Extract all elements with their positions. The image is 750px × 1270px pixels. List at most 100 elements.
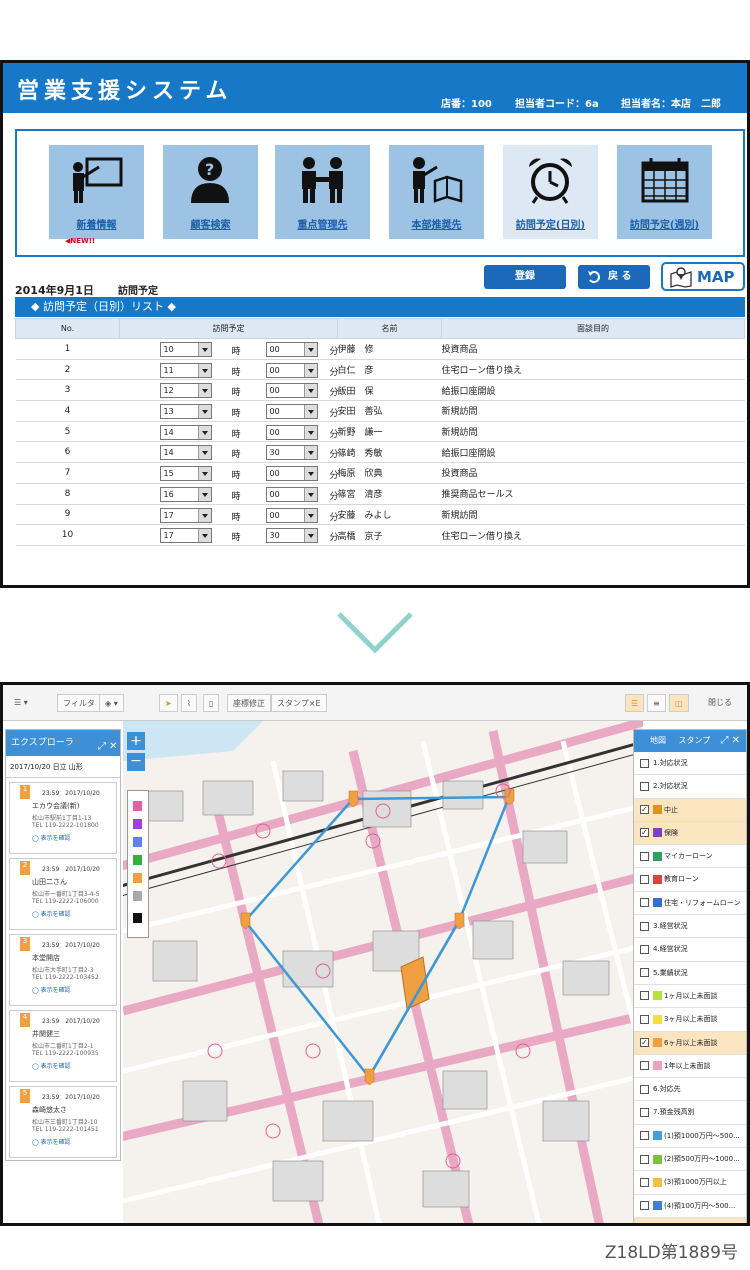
hour-select[interactable]: 14 [159, 445, 212, 461]
hour-select[interactable]: 11 [159, 362, 212, 378]
layer-checkbox[interactable] [640, 758, 649, 768]
layer-item[interactable]: 1年以上未面談 [634, 1055, 746, 1079]
layer-item[interactable]: ✓ 保険 [634, 821, 746, 846]
locate-icon[interactable]: ➤ [159, 694, 178, 712]
hour-select[interactable]: 14 [159, 424, 212, 440]
layer-checkbox[interactable] [640, 851, 649, 861]
card-link[interactable]: ◯ 表示を確認 [32, 833, 71, 842]
customer-name[interactable]: 伊藤 修 [337, 338, 442, 360]
layer-checkbox[interactable]: ✓ [640, 1038, 649, 1048]
minute-select[interactable]: 00 [265, 383, 318, 399]
customer-name[interactable]: 高橋 京子 [337, 524, 442, 546]
list-view-icon[interactable]: ≡ [647, 694, 666, 712]
layer-checkbox[interactable] [640, 991, 649, 1001]
layer-item[interactable]: 3.経営状況 [634, 915, 746, 939]
card-link[interactable]: ◯ 表示を確認 [32, 1137, 71, 1146]
close-button[interactable]: 閉じる [703, 694, 737, 712]
minute-select[interactable]: 00 [265, 404, 318, 420]
list-item[interactable]: 2 23:59 2017/10/20 山田二さん 松山市一番町1丁目3-4-5 T… [9, 858, 117, 930]
menu-customer-search[interactable]: ? 顧客検索 [163, 145, 258, 239]
menu-new-info[interactable]: 新着情報 [49, 145, 144, 239]
menu-visit-daily[interactable]: 訪問予定(日別) [503, 145, 598, 239]
customer-name[interactable]: 梅原 欣典 [337, 462, 442, 484]
layer-checkbox[interactable] [640, 1061, 649, 1071]
minute-select[interactable]: 00 [265, 362, 318, 378]
layer-item[interactable]: ✓ (5)預500万円〜1000... [634, 1217, 746, 1226]
tab-stamp[interactable]: スタンプ [679, 736, 711, 745]
back-button[interactable]: 戻 る [578, 265, 650, 289]
layer-item[interactable]: マイカーローン [634, 845, 746, 869]
hour-select[interactable]: 16 [159, 486, 212, 502]
layer-checkbox[interactable] [640, 781, 649, 791]
layer-checkbox[interactable] [640, 1131, 649, 1141]
minute-select[interactable]: 00 [265, 507, 318, 523]
card-link[interactable]: ◯ 表示を確認 [32, 909, 71, 918]
card-link[interactable]: ◯ 表示を確認 [32, 985, 71, 994]
layer-checkbox[interactable]: ✓ [640, 828, 649, 838]
minute-select[interactable]: 30 [265, 528, 318, 544]
list-item[interactable]: 1 23:59 2017/10/20 エカウ会議(新) 松山市駅前1丁目1-13… [9, 782, 117, 854]
register-button[interactable]: 登録 [484, 265, 566, 289]
customer-name[interactable]: 篠崎 秀敏 [337, 441, 442, 464]
layer-checkbox[interactable] [640, 1084, 649, 1094]
hour-select[interactable]: 10 [159, 342, 212, 357]
layer-checkbox[interactable] [640, 1177, 649, 1187]
expand-close-icon[interactable]: ⤢ ✕ [720, 730, 740, 752]
customer-name[interactable]: 白仁 彦 [337, 359, 442, 381]
layer-item[interactable]: ✓ 中止 [634, 798, 746, 822]
layer-checkbox[interactable] [640, 1201, 649, 1211]
layer-item[interactable]: 2.対応状況 [634, 775, 746, 799]
customer-name[interactable]: 安藤 みよし [337, 504, 442, 526]
filter-button[interactable]: フィルタ [57, 694, 101, 712]
layer-item[interactable]: 住宅・リフォームローン [634, 892, 746, 916]
menu-icon[interactable]: ☰ ▾ [9, 694, 33, 712]
card-link[interactable]: ◯ 表示を確認 [32, 1061, 71, 1070]
menu-priority-clients[interactable]: 重点管理先 [275, 145, 370, 239]
layer-item[interactable]: 7.預金残高別 [634, 1101, 746, 1125]
clip-icon[interactable]: ⌇ [181, 694, 197, 712]
layer-checkbox[interactable] [640, 1107, 649, 1117]
list-item[interactable]: 4 23:59 2017/10/20 井関健三 松山市二番町1丁目2-1 TEL … [9, 1010, 117, 1082]
layer-checkbox[interactable] [640, 898, 649, 908]
customer-name[interactable]: 飯田 保 [337, 379, 442, 402]
menu-visit-weekly[interactable]: 訪問予定(週別) [617, 145, 712, 239]
list-item[interactable]: 5 23:59 2017/10/20 森崎悠太さ 松山市三番町1丁目2-10 TE… [9, 1086, 117, 1158]
tab-map[interactable]: 地図 [650, 736, 666, 745]
minute-select[interactable]: 00 [265, 486, 318, 502]
layer-item[interactable]: (3)預1000万円以上 [634, 1171, 746, 1195]
customer-name[interactable]: 新野 謙一 [337, 421, 442, 443]
zoom-in-button[interactable]: + [127, 732, 145, 750]
layer-item[interactable]: 1.対応状況 [634, 752, 746, 776]
layer-checkbox[interactable]: ✓ [640, 1224, 649, 1226]
layer-item[interactable]: ✓ 6ヶ月以上未面談 [634, 1031, 746, 1055]
layer-item[interactable]: (2)預500万円〜1000... [634, 1148, 746, 1172]
hour-select[interactable]: 17 [159, 507, 212, 523]
layer-checkbox[interactable] [640, 1154, 649, 1164]
stamp-button[interactable]: スタンプ×E [271, 694, 327, 712]
map-button[interactable]: MAP [661, 262, 745, 291]
layer-item[interactable]: (4)預100万円〜500... [634, 1195, 746, 1218]
menu-hq-recommended[interactable]: 本部推奨先 [389, 145, 484, 239]
expand-close-icon[interactable]: ⤢ ✕ [98, 734, 118, 760]
layer-item[interactable]: 3ヶ月以上未面談 [634, 1008, 746, 1032]
layer-item[interactable]: 5.業績状況 [634, 962, 746, 985]
split-icon[interactable]: ◫ [669, 694, 689, 712]
layer-item[interactable]: (1)預1000万円〜500... [634, 1125, 746, 1149]
customer-name[interactable]: 篠宮 清彦 [337, 483, 442, 505]
layer-item[interactable]: 6.対応先 [634, 1078, 746, 1102]
layer-checkbox[interactable] [640, 1014, 649, 1024]
minute-select[interactable]: 00 [265, 342, 318, 357]
hour-select[interactable]: 15 [159, 466, 212, 482]
street-map[interactable] [123, 721, 643, 1226]
layer-checkbox[interactable] [640, 968, 649, 978]
customer-name[interactable]: 安田 善弘 [337, 400, 442, 422]
list-icon[interactable]: ☰ [625, 694, 645, 712]
coord-fix-button[interactable]: 座標修正 [227, 694, 271, 712]
hour-select[interactable]: 17 [159, 528, 212, 544]
layers-icon[interactable]: ◈ ▾ [99, 694, 124, 712]
layer-checkbox[interactable] [640, 874, 649, 884]
document-icon[interactable]: ▯ [203, 694, 220, 712]
minute-select[interactable]: 30 [265, 445, 318, 461]
list-item[interactable]: 3 23:59 2017/10/20 本堂開店 松山市大手町1丁目2-3 TEL … [9, 934, 117, 1006]
minute-select[interactable]: 00 [265, 424, 318, 440]
